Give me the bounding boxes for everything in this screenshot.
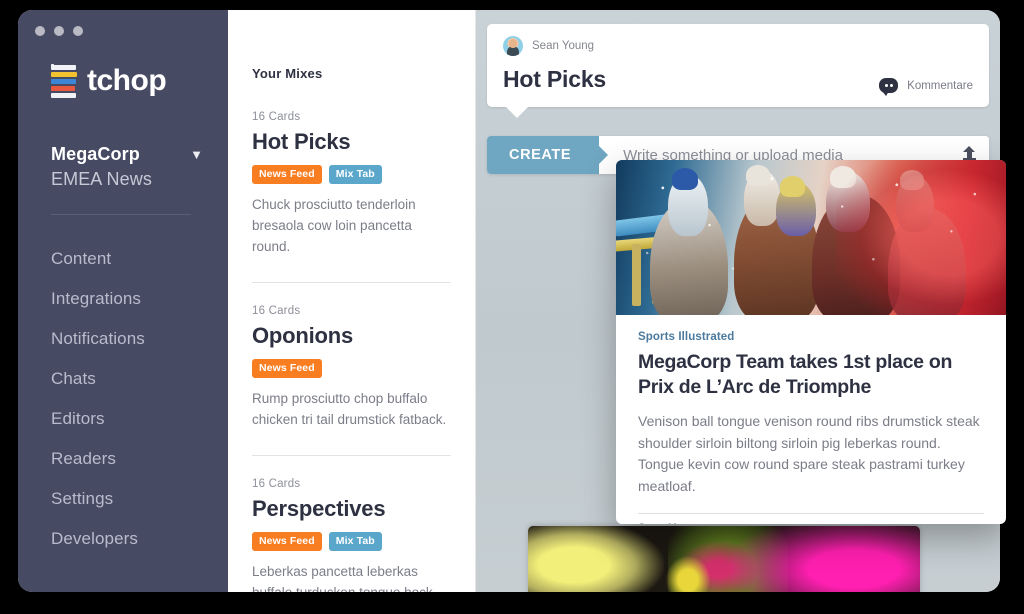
mix-name: Perspectives	[252, 495, 386, 521]
org-switcher[interactable]: MegaCorp ▼ EMEA News	[18, 98, 228, 190]
sidebar: tchop MegaCorp ▼ EMEA News Content Integ…	[18, 10, 228, 592]
article-publisher: Sean Young	[638, 523, 984, 524]
mixes-column: Your Mixes 16 Cards Hot Picks News Feed …	[228, 10, 476, 592]
article-summary: Venison ball tongue venison round ribs d…	[638, 412, 980, 494]
comments-label: Kommentare	[907, 79, 973, 92]
close-button-icon[interactable]	[35, 26, 45, 36]
sidebar-item-settings[interactable]: Settings	[51, 479, 228, 519]
tchop-logo-icon	[51, 64, 77, 98]
mix-description: Chuck prosciutto tenderloin bresaola cow…	[252, 197, 416, 254]
mix-tags: News Feed Mix Tab	[252, 531, 451, 551]
sidebar-item-developers[interactable]: Developers	[51, 519, 228, 559]
mix-name: Oponions	[252, 322, 354, 348]
mix-card-count: 16 Cards	[252, 111, 301, 123]
brand-wordmark: tchop	[87, 64, 167, 97]
mix-description: Rump prosciutto chop buffalo chicken tri…	[252, 390, 447, 427]
chevron-down-icon[interactable]: ▼	[190, 148, 203, 161]
article-source[interactable]: Sports Illustrated	[638, 331, 984, 343]
sidebar-item-chats[interactable]: Chats	[51, 359, 228, 399]
bottom-media-card[interactable]	[528, 526, 920, 592]
minimize-button-icon[interactable]	[54, 26, 64, 36]
status-badge-news-feed: News Feed	[252, 531, 322, 551]
mix-tags: News Feed	[252, 358, 451, 378]
status-badge-mix-tab: Mix Tab	[328, 531, 382, 551]
horse-racing-photo	[616, 160, 1006, 315]
post-author-row: Sean Young	[503, 36, 973, 56]
post-header-card: Sean Young Hot Picks Kommentare	[487, 24, 989, 118]
article-body: Sports Illustrated MegaCorp Team takes 1…	[616, 315, 1006, 524]
mix-tags: News Feed Mix Tab	[252, 165, 451, 184]
mix-card-count: 16 Cards	[252, 304, 301, 317]
list-item[interactable]: 16 Cards Perspectives News Feed Mix Tab …	[252, 454, 451, 592]
comment-bubble-icon	[879, 78, 899, 96]
zoom-button-icon[interactable]	[73, 26, 83, 36]
holi-powder-photo	[528, 526, 664, 592]
sidebar-item-readers[interactable]: Readers	[51, 439, 228, 479]
article-divider	[638, 512, 984, 514]
status-badge-news-feed: News Feed	[252, 358, 322, 378]
org-name: MegaCorp	[51, 144, 140, 164]
sidebar-item-editors[interactable]: Editors	[51, 399, 228, 439]
status-badge-news-feed: News Feed	[252, 165, 322, 184]
list-item[interactable]: 16 Cards Oponions News Feed Rump prosciu…	[252, 281, 451, 431]
status-badge-mix-tab: Mix Tab	[328, 165, 382, 184]
sidebar-item-content[interactable]: Content	[51, 239, 228, 279]
screenshot-stage: tchop MegaCorp ▼ EMEA News Content Integ…	[0, 0, 1024, 614]
sidebar-item-notifications[interactable]: Notifications	[51, 319, 228, 359]
org-subtitle: EMEA News	[51, 169, 152, 189]
post-author-name: Sean Young	[532, 40, 595, 52]
article-headline: MegaCorp Team takes 1st place on Prix de…	[638, 351, 953, 398]
article-card[interactable]: Sports Illustrated MegaCorp Team takes 1…	[616, 160, 1006, 524]
comments-button[interactable]: Kommentare	[879, 78, 973, 96]
list-item[interactable]: 16 Cards Hot Picks News Feed Mix Tab Chu…	[252, 81, 451, 258]
sidebar-nav: Content Integrations Notifications Chats…	[18, 215, 228, 559]
mix-card-count: 16 Cards	[252, 477, 301, 490]
mixes-title: Your Mixes	[252, 66, 323, 81]
brand-logo[interactable]: tchop	[18, 36, 228, 98]
sidebar-item-integrations[interactable]: Integrations	[51, 279, 228, 319]
mix-description: Leberkas pancetta leberkas buffalo turdu…	[252, 563, 433, 592]
window-traffic-lights[interactable]	[18, 10, 228, 36]
create-button[interactable]: CREATE	[487, 136, 600, 174]
avatar[interactable]	[503, 36, 523, 56]
mix-name: Hot Picks	[252, 129, 351, 154]
